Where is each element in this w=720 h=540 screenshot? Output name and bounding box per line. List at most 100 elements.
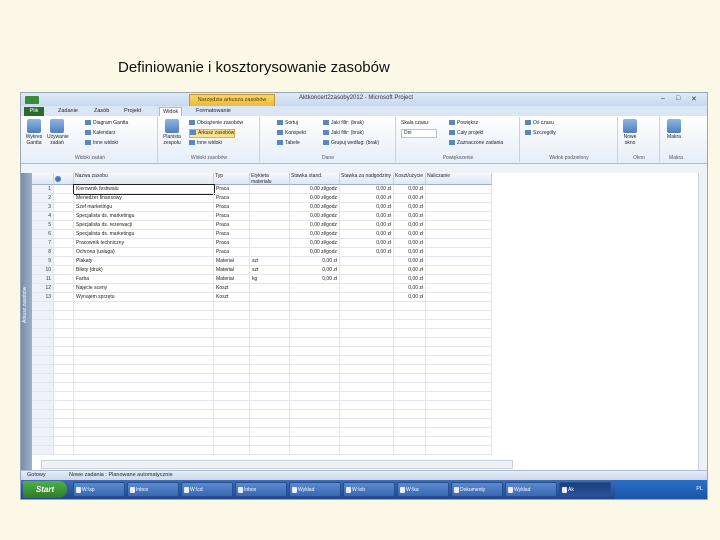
cell-type[interactable]	[214, 383, 250, 392]
cell-acc[interactable]	[426, 203, 492, 212]
cell-acc[interactable]	[426, 365, 492, 374]
cell-id[interactable]: 12	[32, 284, 54, 293]
cell-cost[interactable]: 0,00 zł	[394, 194, 426, 203]
cell-material[interactable]	[250, 437, 290, 446]
taskbar-button[interactable]: Dokumenty	[451, 482, 503, 497]
cell-ovt[interactable]	[340, 401, 394, 410]
cell-indicator[interactable]	[54, 446, 74, 455]
cell-id[interactable]	[32, 428, 54, 437]
cell-ovt[interactable]	[340, 392, 394, 401]
tab-format[interactable]: Formatowanie	[193, 107, 234, 116]
team-planner-button[interactable]: Planista zespołu	[161, 119, 183, 146]
cell-material[interactable]	[250, 203, 290, 212]
taskbar-button[interactable]: W:\ka	[397, 482, 449, 497]
cell-id[interactable]: 13	[32, 293, 54, 302]
cell-acc[interactable]	[426, 194, 492, 203]
cell-name[interactable]: Szef marketingu	[74, 203, 214, 212]
tab-resource[interactable]: Zasób	[91, 107, 112, 116]
cell-indicator[interactable]	[54, 365, 74, 374]
cell-indicator[interactable]	[54, 428, 74, 437]
cell-std[interactable]: 0,00 zł/godz	[290, 230, 340, 239]
cell-indicator[interactable]	[54, 293, 74, 302]
cell-cost[interactable]	[394, 419, 426, 428]
cell-material[interactable]	[250, 338, 290, 347]
cell-cost[interactable]	[394, 365, 426, 374]
cell-acc[interactable]	[426, 221, 492, 230]
sort-button[interactable]: Sortuj	[277, 120, 298, 127]
cell-cost[interactable]	[394, 320, 426, 329]
cell-indicator[interactable]	[54, 203, 74, 212]
cell-std[interactable]	[290, 374, 340, 383]
cell-cost[interactable]	[394, 347, 426, 356]
cell-id[interactable]: 10	[32, 266, 54, 275]
cell-cost[interactable]: 0,00 zł	[394, 230, 426, 239]
cell-type[interactable]: Praca	[214, 230, 250, 239]
cell-std[interactable]	[290, 356, 340, 365]
cell-std[interactable]	[290, 410, 340, 419]
cell-cost[interactable]: 0,00 zł	[394, 266, 426, 275]
timescale-dropdown[interactable]: Dni	[401, 129, 437, 138]
tab-file[interactable]: Plik	[24, 107, 44, 116]
cell-material[interactable]	[250, 194, 290, 203]
cell-name[interactable]: Bilety (druk)	[74, 266, 214, 275]
cell-material[interactable]	[250, 302, 290, 311]
table-row[interactable]	[32, 329, 512, 338]
cell-indicator[interactable]	[54, 212, 74, 221]
cell-id[interactable]: 9	[32, 257, 54, 266]
cell-std[interactable]	[290, 419, 340, 428]
cell-name[interactable]	[74, 347, 214, 356]
table-row[interactable]	[32, 302, 512, 311]
cell-type[interactable]	[214, 329, 250, 338]
vertical-scrollbar[interactable]	[698, 173, 707, 473]
cell-name[interactable]	[74, 329, 214, 338]
cell-id[interactable]: 5	[32, 221, 54, 230]
cell-cost[interactable]: 0,00 zł	[394, 284, 426, 293]
table-row[interactable]: 6 Specjalista ds. marketingu Praca 0,00 zł/…	[32, 230, 512, 239]
cell-id[interactable]	[32, 401, 54, 410]
cell-name[interactable]	[74, 392, 214, 401]
cell-ovt[interactable]	[340, 311, 394, 320]
cell-name[interactable]: Pracownik techniczny	[74, 239, 214, 248]
cell-ovt[interactable]: 0,00 zł	[340, 194, 394, 203]
cell-cost[interactable]: 0,00 zł	[394, 185, 426, 194]
table-row[interactable]: 11 Farba Materiał kg 0,00 zł 0,00 zł	[32, 275, 512, 284]
cell-std[interactable]	[290, 401, 340, 410]
cell-indicator[interactable]	[54, 221, 74, 230]
cell-name[interactable]	[74, 437, 214, 446]
cell-id[interactable]	[32, 392, 54, 401]
cell-material[interactable]	[250, 185, 290, 194]
cell-material[interactable]	[250, 428, 290, 437]
cell-id[interactable]	[32, 437, 54, 446]
table-row[interactable]	[32, 356, 512, 365]
cell-std[interactable]: 0,00 zł	[290, 257, 340, 266]
cell-acc[interactable]	[426, 230, 492, 239]
cell-ovt[interactable]: 0,00 zł	[340, 203, 394, 212]
table-row[interactable]: 5 Specjalista ds. rezerwacji Praca 0,00 zł/…	[32, 221, 512, 230]
table-row[interactable]	[32, 446, 512, 455]
close-icon[interactable]: ✕	[691, 95, 697, 103]
cell-ovt[interactable]	[340, 257, 394, 266]
cell-id[interactable]: 3	[32, 203, 54, 212]
cell-id[interactable]	[32, 320, 54, 329]
cell-material[interactable]	[250, 293, 290, 302]
selected-tasks-button[interactable]: Zaznaczone zadania	[449, 140, 503, 147]
table-row[interactable]	[32, 365, 512, 374]
cell-indicator[interactable]	[54, 374, 74, 383]
cell-material[interactable]	[250, 230, 290, 239]
cell-ovt[interactable]	[340, 293, 394, 302]
cell-type[interactable]	[214, 401, 250, 410]
cell-type[interactable]: Koszt	[214, 293, 250, 302]
cell-ovt[interactable]	[340, 374, 394, 383]
cell-ovt[interactable]	[340, 329, 394, 338]
cell-type[interactable]	[214, 347, 250, 356]
table-row[interactable]: 8 Ochrona (usługa) Praca 0,00 zł/godz 0,00 z…	[32, 248, 512, 257]
tab-project[interactable]: Projekt	[121, 107, 144, 116]
cell-name[interactable]: Farba	[74, 275, 214, 284]
table-row[interactable]: 2 Menedżer finansowy Praca 0,00 zł/godz 0,00…	[32, 194, 512, 203]
other-views-button[interactable]: Inne widoki	[85, 140, 118, 147]
cell-indicator[interactable]	[54, 356, 74, 365]
taskbar-button[interactable]: W:\sp	[73, 482, 125, 497]
cell-id[interactable]	[32, 419, 54, 428]
cell-cost[interactable]	[394, 383, 426, 392]
cell-acc[interactable]	[426, 383, 492, 392]
